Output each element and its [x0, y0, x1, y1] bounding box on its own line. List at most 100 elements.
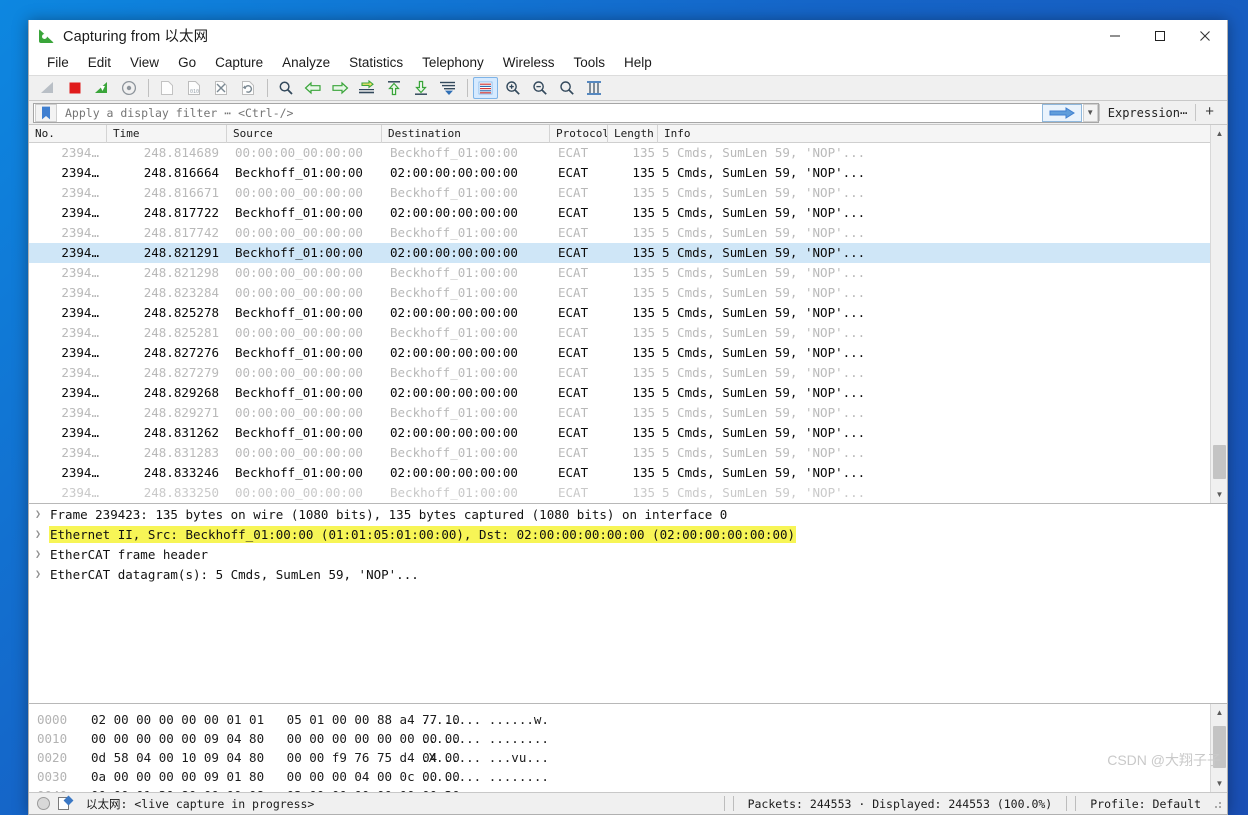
expression-button[interactable]: Expression⋯ — [1100, 106, 1195, 120]
stop-capture-icon[interactable] — [62, 77, 87, 99]
hex-row[interactable]: 004000 00 01 30 80 00 00 08 02 00 00 00 … — [29, 786, 1210, 792]
column-header-time[interactable]: Time — [107, 125, 227, 143]
hex-row[interactable]: 0030 0a 00 00 00 00 09 01 80 00 00 00 04 … — [29, 767, 1210, 786]
packet-row[interactable]: 2394… 248.817742 00:00:00_00:00:00 Beckhoff… — [29, 223, 1210, 243]
apply-filter-icon[interactable] — [1041, 103, 1082, 122]
scroll-up-icon[interactable]: ▲ — [1211, 125, 1228, 142]
menu-analyze[interactable]: Analyze — [273, 53, 339, 72]
packet-time: 248.825278 — [143, 305, 219, 320]
packet-protocol: ECAT — [558, 345, 589, 360]
packet-row[interactable]: 2394… 248.827279 00:00:00_00:00:00 Beckhoff… — [29, 363, 1210, 383]
menu-edit[interactable]: Edit — [79, 53, 120, 72]
open-file-icon[interactable] — [154, 77, 179, 99]
capture-comment-icon[interactable] — [58, 795, 74, 811]
chevron-right-icon[interactable]: ❯ — [35, 509, 49, 520]
packet-row[interactable]: 2394… 248.825281 00:00:00_00:00:00 Beckhoff… — [29, 323, 1210, 343]
column-header-destination[interactable]: Destination — [382, 125, 550, 143]
packet-row[interactable]: 2394… 248.821291 Beckhoff_01:00:00 02:00:00… — [29, 243, 1210, 263]
resize-columns-icon[interactable] — [581, 77, 606, 99]
find-packet-icon[interactable] — [273, 77, 298, 99]
zoom-reset-icon[interactable] — [554, 77, 579, 99]
menu-wireless[interactable]: Wireless — [494, 53, 564, 72]
packet-row[interactable]: 2394… 248.829271 00:00:00_00:00:00 Beckhoff… — [29, 403, 1210, 423]
chevron-right-icon[interactable]: ❯ — [35, 529, 49, 540]
column-header-info[interactable]: Info — [658, 125, 1210, 143]
minimize-button[interactable] — [1092, 20, 1137, 51]
hex-row[interactable]: 0000 02 00 00 00 00 00 01 01 05 01 00 00 … — [29, 710, 1210, 729]
colorize-packets-icon[interactable] — [473, 77, 498, 99]
menu-tools[interactable]: Tools — [564, 53, 614, 72]
packet-row[interactable]: 2394… 248.821298 00:00:00_00:00:00 Beckhoff… — [29, 263, 1210, 283]
menu-capture[interactable]: Capture — [206, 53, 272, 72]
menu-go[interactable]: Go — [169, 53, 205, 72]
zoom-out-icon[interactable] — [527, 77, 552, 99]
scroll-up-icon[interactable]: ▲ — [1211, 704, 1227, 721]
go-forward-icon[interactable] — [327, 77, 352, 99]
packet-list-scrollbar[interactable]: ▲ ▼ — [1210, 125, 1227, 503]
menu-view[interactable]: View — [121, 53, 168, 72]
hex-pane-scrollbar[interactable]: ▲ ▼ — [1210, 704, 1227, 792]
status-profile-label[interactable]: Profile: Default — [1080, 797, 1211, 811]
capture-options-icon[interactable] — [116, 77, 141, 99]
detail-row[interactable]: ❯ Frame 239423: 135 bytes on wire (1080 b… — [29, 504, 1227, 524]
hex-row[interactable]: 0010 00 00 00 00 00 09 04 80 00 00 00 00 … — [29, 729, 1210, 748]
packet-row[interactable]: 2394… 248.817722 Beckhoff_01:00:00 02:00:00… — [29, 203, 1210, 223]
maximize-button[interactable] — [1137, 20, 1182, 51]
search-input[interactable] — [58, 104, 1042, 121]
zoom-in-icon[interactable] — [500, 77, 525, 99]
scrollbar-thumb[interactable] — [1213, 726, 1226, 768]
go-back-icon[interactable] — [300, 77, 325, 99]
menu-statistics[interactable]: Statistics — [340, 53, 412, 72]
go-last-packet-icon[interactable] — [408, 77, 433, 99]
scroll-down-icon[interactable]: ▼ — [1211, 775, 1227, 792]
scroll-down-icon[interactable]: ▼ — [1211, 486, 1228, 503]
packet-details-pane[interactable]: ❯ Frame 239423: 135 bytes on wire (1080 b… — [29, 504, 1227, 704]
chevron-right-icon[interactable]: ❯ — [35, 569, 49, 580]
restart-capture-icon[interactable] — [89, 77, 114, 99]
menu-telephony[interactable]: Telephony — [413, 53, 493, 72]
column-header-source[interactable]: Source — [227, 125, 382, 143]
packet-row[interactable]: 2394… 248.814689 00:00:00_00:00:00 Beckhoff… — [29, 143, 1210, 163]
column-header-no[interactable]: No. — [29, 125, 107, 143]
save-file-icon[interactable]: 010 — [181, 77, 206, 99]
menu-help[interactable]: Help — [615, 53, 661, 72]
packet-row[interactable]: 2394… 248.825278 Beckhoff_01:00:00 02:00:00… — [29, 303, 1210, 323]
packet-row[interactable]: 2394… 248.816664 Beckhoff_01:00:00 02:00:00… — [29, 163, 1210, 183]
close-button[interactable] — [1182, 20, 1227, 51]
chevron-right-icon[interactable]: ❯ — [35, 549, 49, 560]
resize-grip-icon[interactable] — [1211, 798, 1223, 810]
auto-scroll-icon[interactable] — [435, 77, 460, 99]
scrollbar-thumb[interactable] — [1213, 445, 1226, 479]
start-capture-icon[interactable] — [35, 77, 60, 99]
column-header-protocol[interactable]: Protocol — [550, 125, 608, 143]
packet-row[interactable]: 2394… 248.831262 Beckhoff_01:00:00 02:00:00… — [29, 423, 1210, 443]
detail-row[interactable]: ❯ EtherCAT datagram(s): 5 Cmds, SumLen 59… — [29, 564, 1227, 584]
hex-row[interactable]: 0020 0d 58 04 00 10 09 04 80 00 00 f9 76 … — [29, 748, 1210, 767]
filter-input-wrapper[interactable]: ▼ — [33, 102, 1099, 123]
hex-dump-body[interactable]: 0000 02 00 00 00 00 00 01 01 05 01 00 00 … — [29, 704, 1210, 792]
reload-icon[interactable] — [235, 77, 260, 99]
capture-status-circle-icon[interactable] — [37, 797, 50, 810]
add-filter-button[interactable]: + — [1196, 103, 1223, 122]
detail-row[interactable]: ❯ EtherCAT frame header — [29, 544, 1227, 564]
packet-list-body[interactable]: No. Time Source Destination Protocol Len… — [29, 125, 1210, 503]
chevron-down-icon[interactable]: ▼ — [1082, 103, 1098, 122]
packet-row[interactable]: 2394… 248.831283 00:00:00_00:00:00 Beckhoff… — [29, 443, 1210, 463]
close-file-icon[interactable] — [208, 77, 233, 99]
bookmark-icon[interactable] — [35, 103, 57, 122]
packet-row[interactable]: 2394… 248.823284 00:00:00_00:00:00 Beckhoff… — [29, 283, 1210, 303]
go-to-packet-icon[interactable] — [354, 77, 379, 99]
packet-detail-rows: ❯ Frame 239423: 135 bytes on wire (1080 b… — [29, 504, 1227, 584]
column-header-length[interactable]: Length — [608, 125, 658, 143]
go-first-packet-icon[interactable] — [381, 77, 406, 99]
packet-row[interactable]: 2394… 248.833250 00:00:00_00:00:00 Beckhoff… — [29, 483, 1210, 503]
menu-file[interactable]: File — [38, 53, 78, 72]
packet-bytes-pane[interactable]: 0000 02 00 00 00 00 00 01 01 05 01 00 00 … — [29, 704, 1227, 792]
packet-row[interactable]: 2394… 248.816671 00:00:00_00:00:00 Beckhoff… — [29, 183, 1210, 203]
packet-row[interactable]: 2394… 248.827276 Beckhoff_01:00:00 02:00:00… — [29, 343, 1210, 363]
packet-row[interactable]: 2394… 248.833246 Beckhoff_01:00:00 02:00:00… — [29, 463, 1210, 483]
packet-row[interactable]: 2394… 248.829268 Beckhoff_01:00:00 02:00:00… — [29, 383, 1210, 403]
packet-protocol: ECAT — [558, 425, 589, 440]
hex-bytes: 02 00 00 00 00 00 01 01 05 01 00 00 88 a… — [91, 712, 460, 727]
detail-row[interactable]: ❯ Ethernet II, Src: Beckhoff_01:00:00 (01… — [29, 524, 1227, 544]
